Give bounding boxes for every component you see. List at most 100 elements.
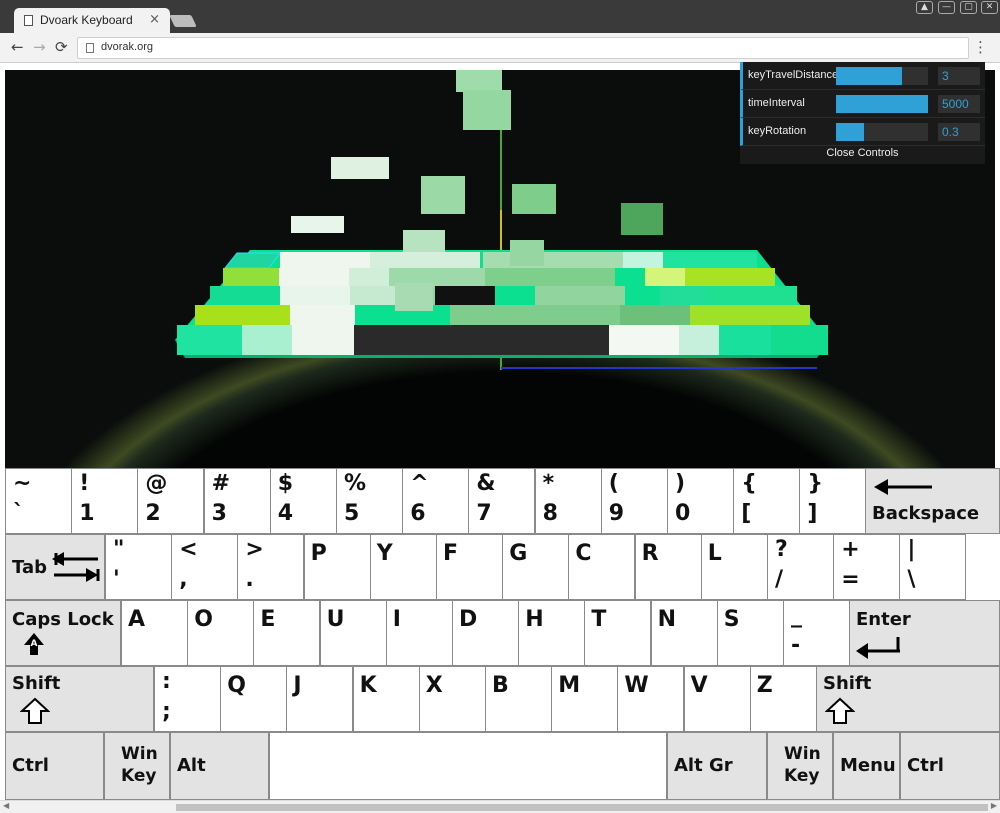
win-label: Win [784, 744, 821, 764]
space-key[interactable] [269, 732, 667, 800]
key-row4-3[interactable]: K [352, 666, 420, 732]
key-rotation-slider[interactable] [836, 123, 928, 141]
key-row4-5[interactable]: B [485, 666, 552, 732]
menu-label: Menu [840, 755, 896, 776]
key-row4-7[interactable]: W [617, 666, 685, 732]
right-shift-key[interactable]: Shift [816, 666, 1000, 732]
key-row3-6 [660, 286, 705, 305]
minimize-button[interactable]: — [938, 1, 955, 14]
key-base-label: = [841, 567, 860, 592]
tab-key[interactable]: Tab [5, 534, 105, 600]
key-row1-10[interactable]: ) 0 [667, 468, 734, 534]
key-row4-6[interactable]: M [551, 666, 619, 732]
scroll-right-icon[interactable]: ▶ [991, 801, 997, 810]
key-row2-12[interactable]: | \ [899, 534, 967, 600]
enter-key[interactable]: Enter [849, 600, 1000, 666]
key-row3-4[interactable]: I [385, 600, 453, 666]
key-travel-distance-slider[interactable] [836, 67, 928, 85]
key-row2-3[interactable]: P [303, 534, 371, 600]
key-row1-9[interactable]: (9 [600, 468, 668, 534]
profile-icon[interactable]: ▲ [916, 1, 933, 14]
backspace-key[interactable]: Backspace [865, 468, 1000, 534]
time-interval-input[interactable]: 5000 [938, 95, 980, 113]
time-interval-slider[interactable] [836, 95, 928, 113]
tab-close-icon[interactable]: × [149, 12, 160, 27]
key-shift-label: > [245, 537, 264, 562]
new-tab-button[interactable] [169, 15, 197, 27]
key-row1-5[interactable]: % 5 [336, 468, 403, 534]
key-row3-1[interactable]: O [187, 600, 255, 666]
key-row1-0[interactable]: ~ ` [5, 468, 72, 534]
key-row3-2[interactable]: E [253, 600, 321, 666]
key-row3-10[interactable]: _ - [783, 600, 850, 666]
key-row4-2[interactable]: J [286, 666, 354, 732]
menu-key[interactable]: Menu [833, 732, 900, 800]
key-row3-8[interactable]: N [650, 600, 718, 666]
key-row1-12[interactable]: }] [799, 468, 867, 534]
key-row2-2[interactable]: >. [237, 534, 305, 600]
caps-lock-key[interactable]: Caps Lock A [5, 600, 121, 666]
key-row3-9[interactable]: S [716, 600, 784, 666]
scrollbar-thumb[interactable] [176, 804, 988, 811]
key-shift-label: # [211, 471, 231, 496]
address-bar[interactable]: dvorak.org [77, 37, 969, 59]
key-row1-11[interactable]: {[ [733, 468, 801, 534]
key-row2-9[interactable]: L [700, 534, 768, 600]
key-rotation-input[interactable]: 0.3 [938, 123, 980, 141]
key-row4-4[interactable]: X [418, 666, 486, 732]
forward-button[interactable]: → [33, 38, 46, 56]
key-row2-11[interactable]: + = [833, 534, 901, 600]
key-row3-gap [435, 286, 495, 305]
key-row3-3[interactable]: U [319, 600, 387, 666]
key-row1-4[interactable]: $4 [269, 468, 337, 534]
close-controls-button[interactable]: Close Controls [740, 147, 985, 159]
key-row4-0[interactable]: :; [154, 666, 221, 732]
key-base-label: - [791, 633, 801, 658]
floating-key-6 [621, 203, 663, 235]
maximize-button[interactable]: ▢ [960, 1, 977, 14]
browser-tab[interactable]: Dvoark Keyboard × [14, 8, 170, 34]
key-row2-5[interactable]: F [436, 534, 503, 600]
key-row1-8[interactable]: * 8 [534, 468, 602, 534]
back-button[interactable]: ← [11, 38, 24, 56]
key-row2-7[interactable]: C [568, 534, 636, 600]
horizontal-scrollbar[interactable]: ◀ ▶ [0, 800, 1000, 813]
key-row4-9[interactable]: Z [749, 666, 817, 732]
key-row3-6[interactable]: H [518, 600, 586, 666]
alt-key[interactable]: Alt [170, 732, 269, 800]
key-row1-2[interactable]: @2 [137, 468, 205, 534]
page-info-icon[interactable] [86, 43, 94, 53]
browser-menu-icon[interactable]: ⋮ [973, 38, 988, 56]
key-row1-6[interactable]: ^ 6 [402, 468, 470, 534]
reload-button[interactable]: ⟳ [55, 38, 68, 56]
key-row3-2 [280, 286, 350, 305]
key-row2-8[interactable]: R [634, 534, 702, 600]
alt-gr-key[interactable]: Alt Gr [667, 732, 767, 800]
key-row4-1[interactable]: Q [220, 666, 288, 732]
close-window-button[interactable]: ✕ [981, 1, 998, 14]
key-row3-5[interactable]: D [452, 600, 519, 666]
right-win-key[interactable]: Win Key [767, 732, 833, 800]
key-row1-1[interactable]: ! 1 [71, 468, 139, 534]
left-shift-key[interactable]: Shift [5, 666, 154, 732]
key-row4-8[interactable]: V [683, 666, 751, 732]
key-row3-7[interactable]: T [584, 600, 652, 666]
scroll-left-icon[interactable]: ◀ [3, 801, 9, 810]
key-shift-label: | [907, 537, 916, 562]
key-shift-label: { [741, 471, 757, 496]
key-front-1 [177, 325, 242, 355]
key-row2-10[interactable]: ? / [767, 534, 834, 600]
left-win-key[interactable]: Win Key [104, 732, 170, 800]
key-shift-label: } [807, 471, 824, 496]
key-shift-label: : [162, 669, 171, 694]
key-row1-7[interactable]: & 7 [468, 468, 536, 534]
right-ctrl-key[interactable]: Ctrl [900, 732, 1000, 800]
key-row2-0[interactable]: " ' [105, 534, 172, 600]
key-row3-0[interactable]: A [121, 600, 188, 666]
key-row1-3[interactable]: #3 [203, 468, 271, 534]
key-row2-1[interactable]: <, [171, 534, 239, 600]
key-travel-distance-input[interactable]: 3 [938, 67, 980, 85]
key-row2-6[interactable]: G [502, 534, 570, 600]
key-row2-4[interactable]: Y [369, 534, 437, 600]
left-ctrl-key[interactable]: Ctrl [5, 732, 104, 800]
